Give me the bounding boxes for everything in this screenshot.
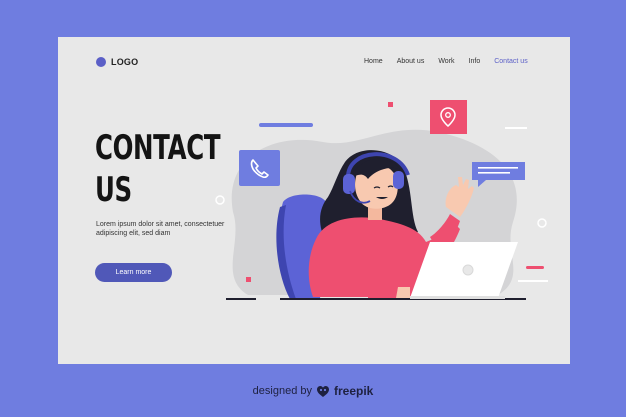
deco-line-white-1 (505, 127, 527, 129)
footer-credit: designed by freepik (0, 384, 626, 398)
support-illustration (215, 100, 548, 300)
footer-prefix: designed by (252, 385, 312, 397)
deco-circle-1 (215, 195, 225, 205)
headset-ear-right (393, 171, 404, 189)
headset-ear-left (343, 174, 355, 194)
phone-icon (239, 150, 280, 186)
footer-brand[interactable]: freepik (334, 384, 373, 398)
location-pin-icon (430, 100, 467, 134)
deco-line-pink (526, 266, 544, 269)
landing-card: LOGO Home About us Work Info Contact us … (58, 37, 570, 364)
deco-line-white-3 (518, 280, 548, 282)
deco-line-purple (259, 123, 313, 127)
deco-square-pink-2 (246, 277, 251, 282)
deco-circle-2 (537, 218, 547, 228)
deco-square-pink (388, 102, 393, 107)
freepik-logo-icon (316, 385, 329, 397)
